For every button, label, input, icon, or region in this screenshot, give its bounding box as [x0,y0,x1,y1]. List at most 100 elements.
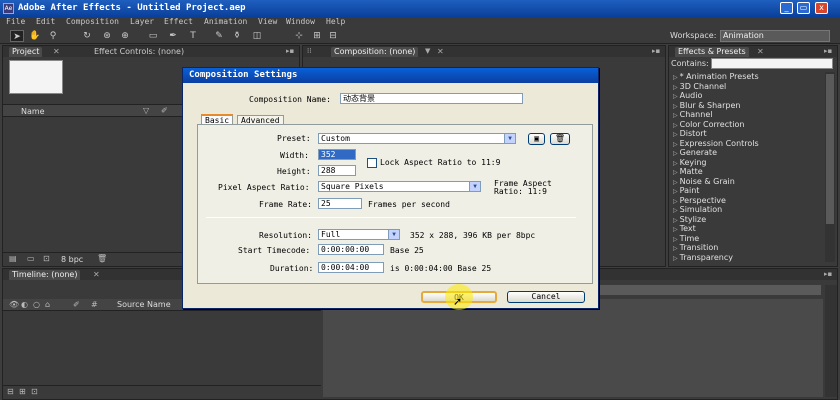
width-input[interactable]: 352 [318,149,356,160]
menu-help[interactable]: Help [326,17,345,26]
column-name[interactable]: Name [21,107,45,116]
effects-category-item[interactable]: ▷ Distort [673,129,835,139]
tab-close-icon[interactable]: ✕ [757,47,764,56]
expand-triangle-icon[interactable]: ▷ [673,112,678,119]
timeline-graph-area[interactable] [323,299,823,397]
panel-menu-icon[interactable]: ▸▪ [824,47,834,56]
start-timecode-input[interactable]: 0:00:00:00 [318,244,384,255]
expand-triangle-icon[interactable]: ▷ [673,207,678,214]
eraser-tool-icon[interactable]: ◫ [250,30,264,42]
effects-category-item[interactable]: ▷ Stylize [673,215,835,225]
audio-icon[interactable]: ◐ [21,300,28,309]
hand-tool-icon[interactable]: ✋ [28,30,42,42]
video-visibility-icon[interactable]: 👁 [9,300,19,309]
panel-menu-icon[interactable]: ▸▪ [824,270,834,279]
menu-effect[interactable]: Effect [164,17,193,26]
effects-scrollbar[interactable] [825,72,835,262]
lock-aspect-checkbox[interactable] [367,158,377,168]
interpret-footage-icon[interactable]: ▤ [9,254,17,263]
expand-triangle-icon[interactable]: ▷ [673,74,678,81]
minimize-button[interactable]: _ [780,2,793,14]
expand-triangle-icon[interactable]: ▷ [673,169,678,176]
toggle-switches-icon[interactable]: ⊟ [7,387,14,396]
world-axis-icon[interactable]: ⊞ [310,30,324,42]
effects-category-item[interactable]: ▷ Generate [673,148,835,158]
menu-animation[interactable]: Animation [204,17,247,26]
effects-category-item[interactable]: ▷ * Animation Presets [673,72,835,82]
menu-layer[interactable]: Layer [130,17,154,26]
effects-category-item[interactable]: ▷ Color Correction [673,120,835,130]
tab-timeline[interactable]: Timeline: (none) [9,270,81,280]
restore-button[interactable]: ▭ [797,2,810,14]
expand-triangle-icon[interactable]: ▷ [673,131,678,138]
cancel-button[interactable]: Cancel [507,291,585,303]
rectangle-mask-tool-icon[interactable]: ▭ [146,30,160,42]
frame-rate-input[interactable]: 25 [318,198,362,209]
expand-triangle-icon[interactable]: ▷ [673,122,678,129]
timeline-scrollbar[interactable] [825,285,837,397]
tab-close-icon[interactable]: ✕ [437,47,444,56]
pan-behind-tool-icon[interactable]: ⊕ [118,30,132,42]
label-icon[interactable]: ✐ [73,300,80,309]
menu-composition[interactable]: Composition [66,17,119,26]
trash-icon[interactable]: 🗑 [97,254,107,263]
zoom-tool-icon[interactable]: ⚲ [46,30,60,42]
effects-category-item[interactable]: ▷ Time [673,234,835,244]
expand-triangle-icon[interactable]: ▷ [673,93,678,100]
contains-search-input[interactable] [711,58,833,69]
effects-category-item[interactable]: ▷ Expression Controls [673,139,835,149]
toggle-modes-icon[interactable]: ⊞ [19,387,26,396]
comp-name-input[interactable]: 动态背景 [340,93,523,104]
effects-category-item[interactable]: ▷ Paint [673,186,835,196]
tab-project[interactable]: Project [9,47,43,57]
effects-category-item[interactable]: ▷ Noise & Grain [673,177,835,187]
selection-tool-icon[interactable]: ➤ [10,30,24,42]
expand-triangle-icon[interactable]: ▷ [673,150,678,157]
lock-icon[interactable]: ⌂ [45,300,50,309]
effects-category-item[interactable]: ▷ 3D Channel [673,82,835,92]
delete-preset-button[interactable]: 🗑 [550,133,570,145]
panel-menu-icon[interactable]: ▸▪ [652,47,662,56]
resolution-select[interactable]: Full ▼ [318,229,400,240]
save-preset-button[interactable]: ▣ [528,133,545,145]
tab-basic[interactable]: Basic [201,114,234,125]
expand-triangle-icon[interactable]: ▷ [673,226,678,233]
expand-triangle-icon[interactable]: ▷ [673,188,678,195]
tab-effect-controls[interactable]: Effect Controls: (none) [91,47,187,57]
rotate-tool-icon[interactable]: ↻ [80,30,94,42]
toggle-in-out-icon[interactable]: ⊡ [31,387,38,396]
effects-category-item[interactable]: ▷ Transition [673,243,835,253]
pixel-aspect-select[interactable]: Square Pixels ▼ [318,181,481,192]
effects-category-item[interactable]: ▷ Text [673,224,835,234]
height-input[interactable]: 288 [318,165,356,176]
effects-category-item[interactable]: ▷ Simulation [673,205,835,215]
menu-file[interactable]: File [6,17,25,26]
tab-composition[interactable]: Composition: (none) [331,47,419,57]
column-source-name[interactable]: Source Name [117,300,171,309]
effects-category-item[interactable]: ▷ Blur & Sharpen [673,101,835,111]
close-button[interactable]: x [815,2,828,14]
expand-triangle-icon[interactable]: ▷ [673,255,678,262]
expand-triangle-icon[interactable]: ▷ [673,245,678,252]
new-composition-icon[interactable]: ⊡ [43,254,50,263]
expand-triangle-icon[interactable]: ▷ [673,84,678,91]
camera-orbit-tool-icon[interactable]: ⊛ [100,30,114,42]
expand-triangle-icon[interactable]: ▷ [673,217,678,224]
bit-depth-button[interactable]: 8 bpc [61,255,83,264]
expand-triangle-icon[interactable]: ▷ [673,160,678,167]
workspace-select[interactable]: Animation [720,30,830,42]
panel-menu-icon[interactable]: ▸▪ [286,47,296,56]
expand-triangle-icon[interactable]: ▷ [673,198,678,205]
menu-window[interactable]: Window [286,17,315,26]
effects-category-item[interactable]: ▷ Audio [673,91,835,101]
expand-triangle-icon[interactable]: ▷ [673,236,678,243]
view-axis-icon[interactable]: ⊟ [326,30,340,42]
label-column-icon[interactable]: ✐ [161,106,168,115]
menu-view[interactable]: View [258,17,277,26]
duration-input[interactable]: 0:00:04:00 [318,262,384,273]
axis-mode-icon[interactable]: ⊹ [292,30,306,42]
comp-dropdown-icon[interactable]: ▼ [425,47,430,55]
menu-edit[interactable]: Edit [36,17,55,26]
new-folder-icon[interactable]: ▭ [27,254,35,263]
pen-tool-icon[interactable]: ✒ [166,30,180,42]
